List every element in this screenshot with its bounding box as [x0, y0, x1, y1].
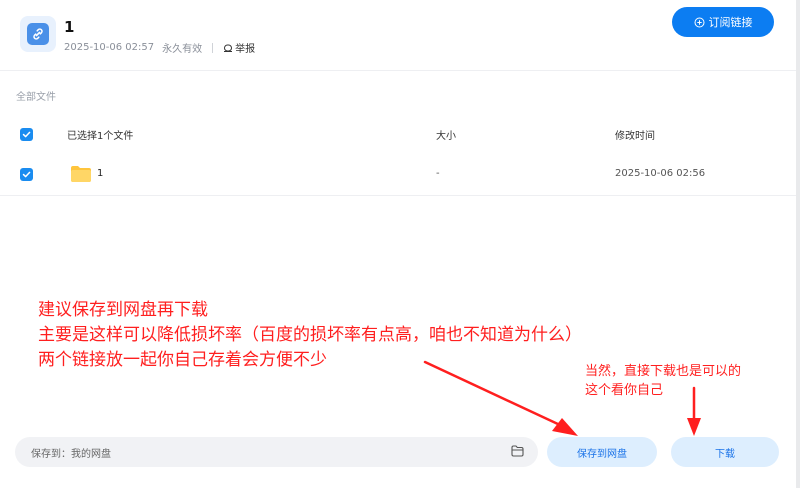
select-all-checkbox[interactable]: [20, 128, 33, 141]
column-header-size[interactable]: 大小: [436, 127, 456, 142]
report-link[interactable]: 举报: [223, 40, 255, 55]
annotation-line: 当然，直接下载也是可以的: [585, 364, 742, 379]
save-location-label: 保存到：我的网盘: [31, 448, 111, 460]
annotation-line: 主要是这样可以降低损坏率（百度的损坏率有点高，咱也不知道为什么）: [38, 325, 582, 345]
row-checkbox[interactable]: [20, 168, 33, 181]
column-header-modified[interactable]: 修改时间: [615, 127, 655, 142]
file-size: -: [436, 168, 440, 179]
subscribe-label: 订阅链接: [708, 16, 753, 29]
meta-separator: [212, 42, 214, 53]
annotation-line: 建议保存到网盘再下载: [38, 300, 208, 320]
check-icon: [22, 131, 31, 138]
annotation-arrows: [423, 360, 701, 436]
folder-picker-icon[interactable]: [511, 445, 524, 457]
annotation-line: 两个链接放一起你自己存着会方便不少: [38, 350, 327, 370]
arrow-head: [687, 418, 701, 436]
folder-icon: [71, 166, 91, 182]
scrollbar-track[interactable]: [796, 0, 800, 488]
add-circle-icon: [694, 17, 704, 27]
header-divider: [0, 70, 800, 71]
arrow-head: [552, 418, 578, 436]
save-location-field[interactable]: 保存到：我的网盘: [15, 437, 538, 467]
save-to-netdisk-button[interactable]: 保存到网盘: [547, 437, 657, 467]
share-meta: 2025-10-06 02:57 永久有效 举报: [64, 40, 255, 55]
subscribe-button[interactable]: 订阅链接: [672, 7, 774, 37]
annotation-line: 这个看你自己: [585, 383, 664, 398]
download-button[interactable]: 下载: [671, 437, 779, 467]
share-title: 1: [64, 18, 75, 36]
link-icon: [33, 28, 43, 40]
annotation-side: 当然，直接下载也是可以的 这个看你自己: [585, 362, 741, 400]
file-name[interactable]: 1: [97, 168, 103, 179]
file-modified: 2025-10-06 02:56: [615, 168, 706, 179]
alert-icon: [224, 44, 233, 52]
check-icon: [22, 171, 31, 178]
annotation-main: 建议保存到网盘再下载 主要是这样可以降低损坏率（百度的损坏率有点高，咱也不知道为…: [38, 298, 582, 373]
column-header-name: 已选择1个文件: [67, 131, 134, 142]
row-divider: [0, 195, 800, 196]
report-label: 举报: [235, 44, 256, 55]
share-date: 2025-10-06 02:57: [64, 42, 155, 53]
share-link-icon: [20, 16, 56, 52]
share-validity: 永久有效: [162, 44, 203, 55]
breadcrumb[interactable]: 全部文件: [16, 88, 56, 103]
